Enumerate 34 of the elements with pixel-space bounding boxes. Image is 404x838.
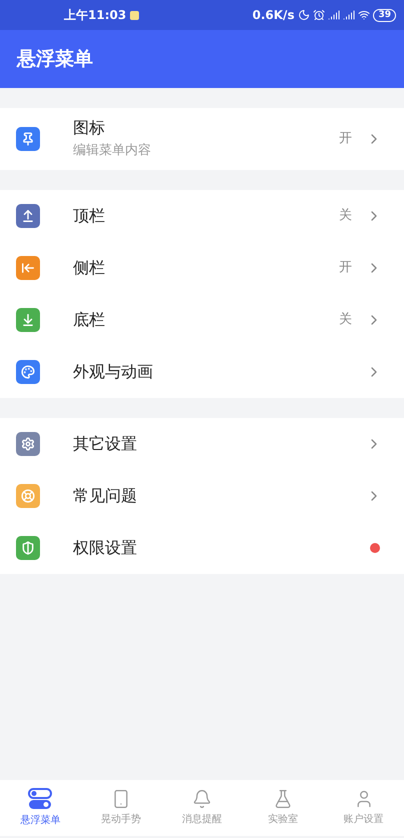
settings-item[interactable]: 顶栏 关: [0, 190, 404, 242]
item-value: 关: [339, 311, 352, 330]
battery-level: 39: [373, 8, 396, 22]
status-time: 上午11:03: [64, 7, 126, 24]
item-title: 侧栏: [73, 258, 106, 278]
item-value: 开: [339, 130, 352, 148]
toggle-icon: [28, 788, 52, 810]
item-value: 关: [339, 207, 352, 226]
settings-item[interactable]: 其它设置: [0, 418, 404, 470]
item-title: 权限设置: [73, 538, 138, 558]
settings-item[interactable]: 底栏 关: [0, 294, 404, 346]
notification-icon: [130, 10, 140, 20]
app-title: 悬浮菜单: [17, 46, 93, 72]
item-title: 底栏: [73, 310, 106, 330]
settings-item[interactable]: 图标 编辑菜单内容 开: [0, 108, 404, 170]
settings-item[interactable]: 常见问题: [0, 470, 404, 522]
item-title: 外观与动画: [73, 362, 154, 382]
item-title: 常见问题: [73, 486, 138, 506]
flask-icon: [272, 789, 293, 809]
item-title: 图标: [73, 118, 106, 138]
item-title: 其它设置: [73, 434, 138, 454]
network-speed: 0.6K/s: [252, 7, 294, 24]
settings-item[interactable]: 侧栏 开: [0, 242, 404, 294]
signal-icon: [328, 9, 340, 21]
settings-item[interactable]: 权限设置: [0, 522, 404, 574]
bell-icon: [192, 789, 212, 809]
settings-item[interactable]: 外观与动画: [0, 346, 404, 398]
moon-icon: [298, 9, 310, 21]
nav-tab[interactable]: 悬浮菜单: [0, 780, 81, 836]
item-value: 开: [339, 259, 352, 278]
item-title: 顶栏: [73, 206, 106, 226]
alarm-icon: [313, 9, 326, 21]
signal-icon: [343, 9, 356, 21]
item-subtitle: 编辑菜单内容: [73, 142, 152, 160]
